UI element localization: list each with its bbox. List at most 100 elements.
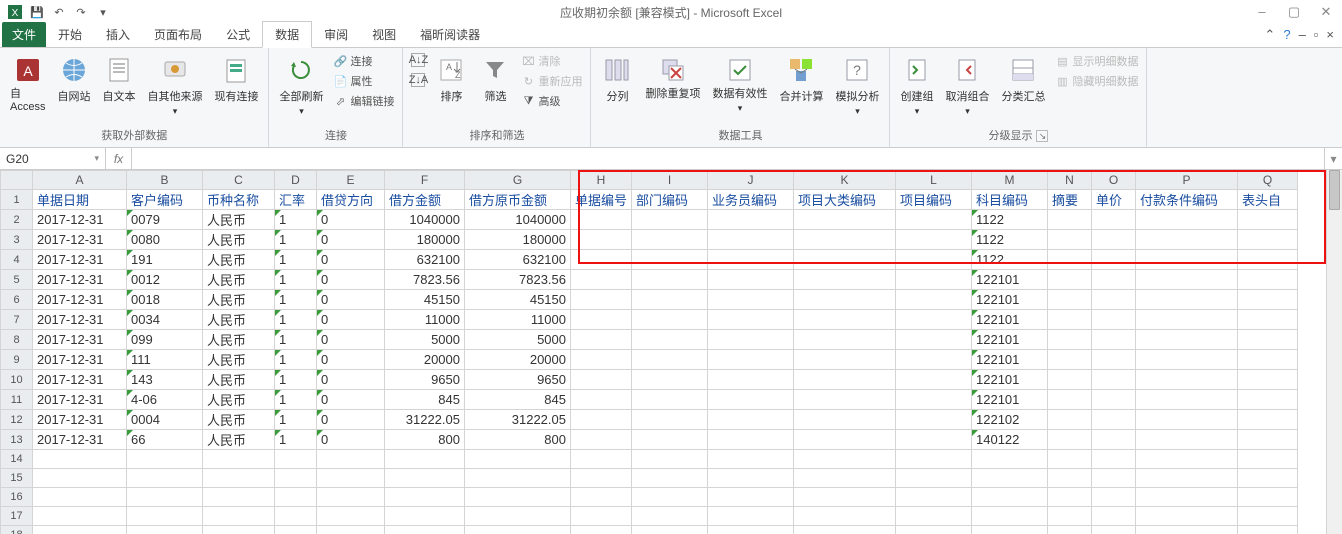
tab-view[interactable]: 视图 — [360, 22, 408, 47]
sort-desc-button[interactable]: Z↓A — [409, 72, 427, 88]
help-icon[interactable]: ? — [1283, 27, 1290, 43]
cell[interactable]: 632100 — [385, 250, 465, 270]
cell[interactable]: 0 — [317, 390, 385, 410]
col-header-I[interactable]: I — [632, 171, 708, 190]
cell[interactable] — [1048, 330, 1092, 350]
fx-button[interactable]: fx — [106, 148, 132, 169]
cell[interactable]: 1 — [275, 290, 317, 310]
cell[interactable] — [794, 330, 896, 350]
edit-links-button[interactable]: ⬀编辑链接 — [331, 92, 396, 110]
row-header-12[interactable]: 12 — [1, 410, 33, 430]
cell[interactable] — [896, 330, 972, 350]
cell[interactable] — [1048, 469, 1092, 488]
cell[interactable]: 1 — [275, 390, 317, 410]
cell[interactable]: 0080 — [127, 230, 203, 250]
cell[interactable] — [275, 469, 317, 488]
ungroup-button[interactable]: 取消组合▾ — [941, 52, 993, 119]
cell[interactable] — [1048, 390, 1092, 410]
cell[interactable]: 111 — [127, 350, 203, 370]
cell[interactable]: 0004 — [127, 410, 203, 430]
cell[interactable]: 45150 — [385, 290, 465, 310]
cell[interactable] — [1092, 310, 1136, 330]
cell[interactable] — [1136, 330, 1238, 350]
cell[interactable] — [1238, 230, 1298, 250]
vertical-scrollbar[interactable] — [1326, 170, 1342, 534]
cell[interactable]: 1 — [275, 330, 317, 350]
tab-foxit[interactable]: 福昕阅读器 — [408, 22, 492, 47]
cell[interactable]: 1 — [275, 310, 317, 330]
cell[interactable]: 1122 — [972, 210, 1048, 230]
cell[interactable] — [1136, 410, 1238, 430]
cell[interactable] — [1048, 526, 1092, 534]
cell[interactable] — [794, 290, 896, 310]
cell[interactable] — [1092, 507, 1136, 526]
row-header-15[interactable]: 15 — [1, 469, 33, 488]
cell[interactable] — [1238, 469, 1298, 488]
cell[interactable] — [1238, 290, 1298, 310]
cell[interactable]: 人民币 — [203, 250, 275, 270]
header-cell[interactable]: 摘要 — [1048, 190, 1092, 210]
header-cell[interactable]: 借方金额 — [385, 190, 465, 210]
cell[interactable] — [632, 310, 708, 330]
window-options-icon[interactable]: – — [1299, 27, 1306, 43]
cell[interactable] — [465, 507, 571, 526]
cell[interactable]: 0 — [317, 270, 385, 290]
cell[interactable]: 31222.05 — [385, 410, 465, 430]
header-cell[interactable]: 币种名称 — [203, 190, 275, 210]
cell[interactable]: 0 — [317, 290, 385, 310]
from-other-button[interactable]: 自其他来源 ▾ — [143, 52, 206, 119]
cell[interactable] — [708, 526, 794, 534]
cell[interactable] — [708, 330, 794, 350]
row-header-5[interactable]: 5 — [1, 270, 33, 290]
name-box[interactable]: G20▾ — [0, 148, 106, 169]
row-header-13[interactable]: 13 — [1, 430, 33, 450]
cell[interactable] — [632, 526, 708, 534]
cell[interactable] — [1136, 310, 1238, 330]
cell[interactable] — [896, 250, 972, 270]
cell[interactable]: 20000 — [385, 350, 465, 370]
cell[interactable]: 人民币 — [203, 390, 275, 410]
cell[interactable] — [794, 350, 896, 370]
cell[interactable] — [972, 469, 1048, 488]
cell[interactable] — [1092, 270, 1136, 290]
cell[interactable] — [571, 250, 632, 270]
sort-button[interactable]: AZ 排序 — [431, 52, 471, 106]
cell[interactable]: 0 — [317, 310, 385, 330]
cell[interactable]: 845 — [465, 390, 571, 410]
cell[interactable] — [317, 488, 385, 507]
cell[interactable] — [1238, 507, 1298, 526]
cell[interactable]: 122101 — [972, 270, 1048, 290]
reapply-button[interactable]: ↻重新应用 — [519, 72, 584, 90]
redo-icon[interactable]: ↷ — [72, 3, 90, 21]
cell[interactable] — [896, 488, 972, 507]
show-detail-button[interactable]: ▤显示明细数据 — [1053, 52, 1140, 70]
cell[interactable] — [571, 230, 632, 250]
cell[interactable] — [794, 450, 896, 469]
existing-connections-button[interactable]: 现有连接 — [210, 52, 262, 106]
cell[interactable] — [317, 526, 385, 534]
cell[interactable] — [896, 210, 972, 230]
tab-home[interactable]: 开始 — [46, 22, 94, 47]
row-header-16[interactable]: 16 — [1, 488, 33, 507]
cell[interactable] — [794, 230, 896, 250]
cell[interactable] — [708, 430, 794, 450]
cell[interactable] — [33, 469, 127, 488]
cell[interactable] — [632, 250, 708, 270]
cell[interactable] — [794, 370, 896, 390]
cell[interactable] — [1092, 430, 1136, 450]
group-button[interactable]: 创建组▾ — [896, 52, 937, 119]
cell[interactable] — [571, 330, 632, 350]
header-cell[interactable]: 客户编码 — [127, 190, 203, 210]
header-cell[interactable]: 部门编码 — [632, 190, 708, 210]
cell[interactable] — [1092, 410, 1136, 430]
row-header-14[interactable]: 14 — [1, 450, 33, 469]
cell[interactable] — [794, 310, 896, 330]
cell[interactable] — [1048, 430, 1092, 450]
cell[interactable] — [465, 450, 571, 469]
cell[interactable]: 0018 — [127, 290, 203, 310]
subtotal-button[interactable]: 分类汇总 — [997, 52, 1049, 106]
cell[interactable]: 191 — [127, 250, 203, 270]
cell[interactable] — [571, 410, 632, 430]
minimize-button[interactable]: – — [1252, 4, 1272, 20]
clear-filter-button[interactable]: ⌧清除 — [519, 52, 584, 70]
